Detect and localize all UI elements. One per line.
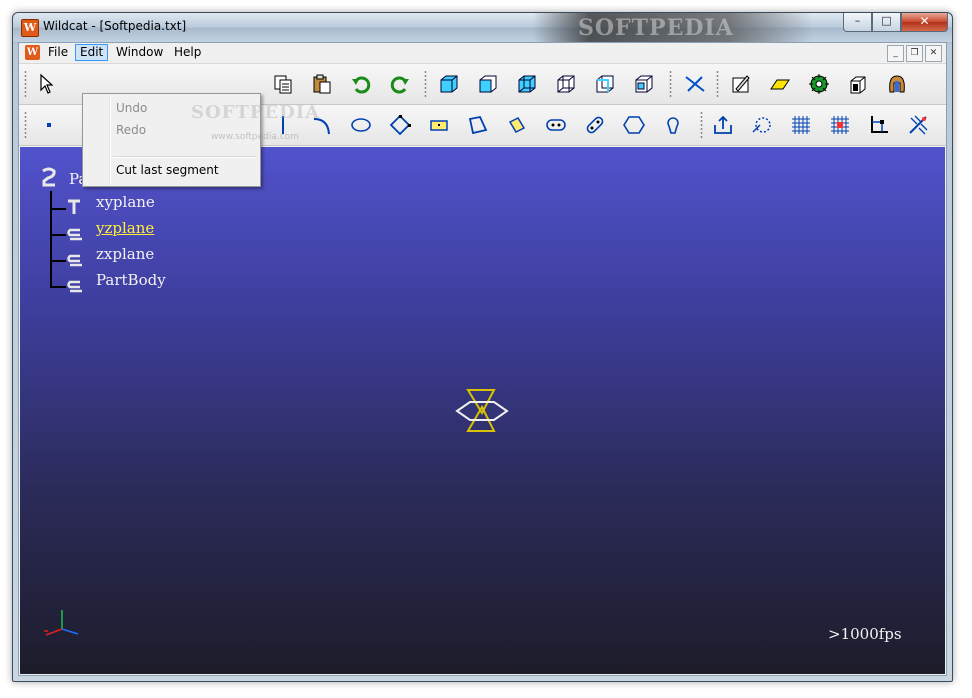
plane-node-icon[interactable]: [66, 227, 84, 243]
3d-viewport[interactable]: Part.1 xyplane yzplane zxplane PartBody: [20, 147, 945, 674]
menu-watermark-url: www.softpedia.com: [211, 132, 299, 142]
diamond-icon[interactable]: [388, 113, 412, 137]
toolbar-grip[interactable]: [24, 111, 27, 139]
view-iso-icon[interactable]: [437, 72, 461, 96]
edit-menu-dropdown: SOFTPEDIA www.softpedia.com Undo Redo Cu…: [82, 93, 319, 187]
toolbar-grip[interactable]: [669, 70, 672, 98]
app-window: SOFTPEDIA W Wildcat - [Softpedia.txt] – …: [12, 12, 953, 682]
extrude-icon[interactable]: [846, 72, 870, 96]
tree-connector: [50, 191, 52, 286]
parallelogram-icon[interactable]: [505, 113, 529, 137]
sketch-icon[interactable]: [729, 72, 753, 96]
trim-icon[interactable]: [683, 72, 707, 96]
window-title: Wildcat - [Softpedia.txt]: [43, 19, 187, 33]
mdi-minimize-button[interactable]: _: [887, 45, 904, 62]
close-button[interactable]: ✕: [901, 13, 948, 32]
keyhole-icon[interactable]: [661, 113, 685, 137]
redo-icon[interactable]: [388, 72, 412, 96]
client-area: W File Edit Window Help _ ❐ ✕ xyplane yz…: [18, 42, 947, 676]
tree-item-zxplane[interactable]: zxplane: [96, 245, 154, 263]
title-watermark: SOFTPEDIA: [533, 13, 813, 42]
tree-connector: [50, 234, 66, 236]
plane-node-icon[interactable]: [66, 253, 84, 269]
view-wire-icon[interactable]: [515, 72, 539, 96]
view-back-icon[interactable]: [593, 72, 617, 96]
toolbar-grip[interactable]: [424, 70, 427, 98]
origin-planes-icon[interactable]: [454, 385, 510, 435]
mdi-document-icon[interactable]: W: [25, 45, 40, 60]
mirror-icon[interactable]: [906, 113, 930, 137]
menu-separator: [113, 156, 257, 158]
tree-item-xyplane[interactable]: xyplane: [96, 193, 155, 211]
dashed-circle-icon[interactable]: [750, 113, 774, 137]
fps-counter: >1000fps: [828, 625, 902, 643]
view-front-icon[interactable]: [476, 72, 500, 96]
menu-gutter: [109, 96, 111, 184]
toolbar-grip[interactable]: [716, 70, 719, 98]
revolve-icon[interactable]: [885, 72, 909, 96]
menu-item-redo[interactable]: Redo: [116, 120, 146, 140]
paste-icon[interactable]: [310, 72, 334, 96]
menu-item-undo[interactable]: Undo: [116, 98, 147, 118]
app-icon[interactable]: W: [21, 19, 39, 37]
maximize-button[interactable]: □: [872, 13, 901, 32]
menu-item-cut-last-segment[interactable]: Cut last segment: [116, 160, 219, 180]
tree-connector: [50, 286, 66, 288]
tree-item-yzplane[interactable]: yzplane: [96, 219, 154, 237]
menu-help[interactable]: Help: [170, 44, 205, 61]
view-box-icon[interactable]: [632, 72, 656, 96]
menu-watermark: SOFTPEDIA: [191, 102, 321, 123]
copy-icon[interactable]: [271, 72, 295, 96]
menu-file[interactable]: File: [44, 44, 72, 61]
rotated-slot-icon[interactable]: [583, 113, 607, 137]
axis-triad-icon: [44, 610, 79, 636]
plane-icon[interactable]: [768, 72, 792, 96]
view-hidden-icon[interactable]: [554, 72, 578, 96]
corner-icon[interactable]: [867, 113, 891, 137]
rectangle-point-icon[interactable]: [427, 113, 451, 137]
tree-connector: [50, 208, 66, 210]
gear-icon[interactable]: [807, 72, 831, 96]
select-arrow-icon[interactable]: [35, 72, 59, 96]
grid-snap-icon[interactable]: [828, 113, 852, 137]
grid-icon[interactable]: [789, 113, 813, 137]
mdi-restore-button[interactable]: ❐: [906, 45, 923, 62]
slot-icon[interactable]: [544, 113, 568, 137]
toolbar-grip[interactable]: [700, 111, 703, 139]
title-bar[interactable]: SOFTPEDIA W Wildcat - [Softpedia.txt] – …: [13, 13, 952, 42]
point-icon[interactable]: [37, 113, 61, 137]
ellipse-icon[interactable]: [349, 113, 373, 137]
menu-window[interactable]: Window: [112, 44, 167, 61]
menu-edit[interactable]: Edit: [75, 44, 109, 61]
body-node-icon[interactable]: [66, 279, 84, 295]
plane-node-icon[interactable]: [66, 199, 84, 215]
quad-icon[interactable]: [466, 113, 490, 137]
toolbar-grip[interactable]: [24, 70, 27, 98]
tree-connector: [50, 260, 66, 262]
mdi-close-button[interactable]: ✕: [925, 45, 942, 62]
export-icon[interactable]: [711, 113, 735, 137]
tree-item-partbody[interactable]: PartBody: [96, 271, 166, 289]
minimize-button[interactable]: –: [843, 13, 872, 32]
hexagon-icon[interactable]: [622, 113, 646, 137]
part-icon[interactable]: [40, 167, 58, 189]
undo-icon[interactable]: [349, 72, 373, 96]
menu-bar: W File Edit Window Help _ ❐ ✕: [19, 43, 946, 64]
